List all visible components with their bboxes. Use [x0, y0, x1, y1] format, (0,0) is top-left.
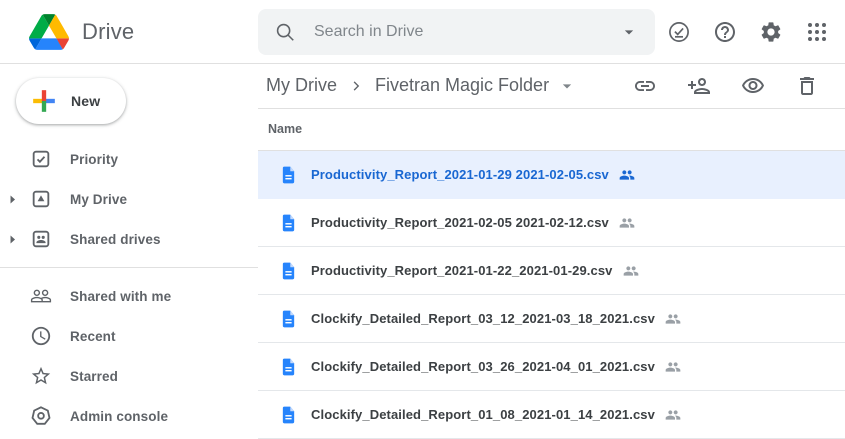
sidebar-item-label: Admin console	[70, 409, 168, 424]
sidebar-item-admin-console[interactable]: Admin console	[0, 396, 258, 436]
shared-with-me-icon	[30, 285, 52, 307]
sidebar-item-label: Priority	[70, 152, 118, 167]
chevron-right-icon	[347, 77, 365, 95]
get-link-icon[interactable]	[633, 74, 657, 98]
csv-file-icon	[280, 261, 297, 281]
list-column-header[interactable]: Name	[258, 109, 845, 151]
sidebar-nav: Priority My Drive	[0, 139, 258, 436]
sidebar-item-shared-drives[interactable]: Shared drives	[0, 219, 258, 259]
file-name: Clockify_Detailed_Report_01_08_2021-01_1…	[311, 407, 655, 422]
expand-caret-icon[interactable]	[8, 235, 22, 244]
trash-icon[interactable]	[795, 74, 819, 98]
file-row[interactable]: Productivity_Report_2021-01-22_2021-01-2…	[258, 247, 845, 295]
file-row[interactable]: Clockify_Detailed_Report_03_26_2021-04_0…	[258, 343, 845, 391]
my-drive-icon	[30, 188, 52, 210]
csv-file-icon	[280, 357, 297, 377]
file-row[interactable]: Productivity_Report_2021-02-05 2021-02-1…	[258, 199, 845, 247]
sidebar-item-priority[interactable]: Priority	[0, 139, 258, 179]
sidebar-item-starred[interactable]: Starred	[0, 356, 258, 396]
drive-logo-icon	[29, 14, 69, 50]
expand-caret-icon[interactable]	[8, 195, 22, 204]
google-apps-grid-icon[interactable]	[805, 20, 829, 44]
csv-file-icon	[280, 405, 297, 425]
main-area: New Priority	[0, 64, 845, 439]
shared-people-icon	[665, 407, 681, 423]
breadcrumb-current-folder[interactable]: Fivetran Magic Folder	[375, 75, 549, 96]
sidebar: New Priority	[0, 64, 258, 439]
sidebar-item-shared-with-me[interactable]: Shared with me	[0, 276, 258, 316]
shared-people-icon	[619, 215, 635, 231]
shared-people-icon	[665, 311, 681, 327]
new-button[interactable]: New	[16, 78, 126, 124]
file-list: Productivity_Report_2021-01-29 2021-02-0…	[258, 151, 845, 439]
settings-icon[interactable]	[759, 20, 783, 44]
folder-menu-caret-icon[interactable]	[557, 76, 577, 96]
breadcrumb-root[interactable]: My Drive	[266, 75, 337, 96]
search-bar[interactable]	[258, 9, 655, 55]
csv-file-icon	[280, 165, 297, 185]
priority-icon	[30, 148, 52, 170]
file-toolbar	[633, 74, 819, 98]
search-icon[interactable]	[274, 21, 296, 43]
shared-people-icon	[623, 263, 639, 279]
shared-people-icon	[665, 359, 681, 375]
drive-logo-area[interactable]: Drive	[0, 14, 258, 50]
share-person-add-icon[interactable]	[687, 74, 711, 98]
google-drive-window: Drive	[0, 0, 845, 439]
recent-icon	[30, 325, 52, 347]
name-column-label: Name	[268, 122, 302, 136]
csv-file-icon	[280, 213, 297, 233]
file-row[interactable]: Clockify_Detailed_Report_03_12_2021-03_1…	[258, 295, 845, 343]
shared-people-icon	[619, 167, 635, 183]
sidebar-item-label: Shared drives	[70, 232, 161, 247]
sidebar-item-label: Shared with me	[70, 289, 171, 304]
top-bar-actions	[667, 20, 845, 44]
top-bar: Drive	[0, 0, 845, 64]
search-options-caret-icon[interactable]	[619, 22, 639, 42]
shared-drives-icon	[30, 228, 52, 250]
file-row[interactable]: Clockify_Detailed_Report_01_08_2021-01_1…	[258, 391, 845, 439]
content-area: My Drive Fivetran Magic Folder	[258, 64, 845, 439]
offline-status-icon[interactable]	[667, 20, 691, 44]
sidebar-divider	[0, 267, 258, 268]
sidebar-item-label: My Drive	[70, 192, 127, 207]
search-input[interactable]	[312, 22, 619, 42]
sidebar-item-my-drive[interactable]: My Drive	[0, 179, 258, 219]
plus-icon	[31, 88, 57, 114]
file-name: Clockify_Detailed_Report_03_12_2021-03_1…	[311, 311, 655, 326]
sidebar-item-label: Recent	[70, 329, 116, 344]
file-row[interactable]: Productivity_Report_2021-01-29 2021-02-0…	[258, 151, 845, 199]
sidebar-item-label: Starred	[70, 369, 118, 384]
preview-eye-icon[interactable]	[741, 74, 765, 98]
breadcrumb: My Drive Fivetran Magic Folder	[258, 64, 845, 109]
csv-file-icon	[280, 309, 297, 329]
admin-console-icon	[30, 405, 52, 427]
file-name: Productivity_Report_2021-01-29 2021-02-0…	[311, 167, 609, 182]
starred-icon	[30, 365, 52, 387]
help-icon[interactable]	[713, 20, 737, 44]
file-name: Clockify_Detailed_Report_03_26_2021-04_0…	[311, 359, 655, 374]
sidebar-item-recent[interactable]: Recent	[0, 316, 258, 356]
new-button-label: New	[71, 93, 100, 109]
app-name: Drive	[82, 19, 134, 45]
file-name: Productivity_Report_2021-01-22_2021-01-2…	[311, 263, 613, 278]
file-name: Productivity_Report_2021-02-05 2021-02-1…	[311, 215, 609, 230]
